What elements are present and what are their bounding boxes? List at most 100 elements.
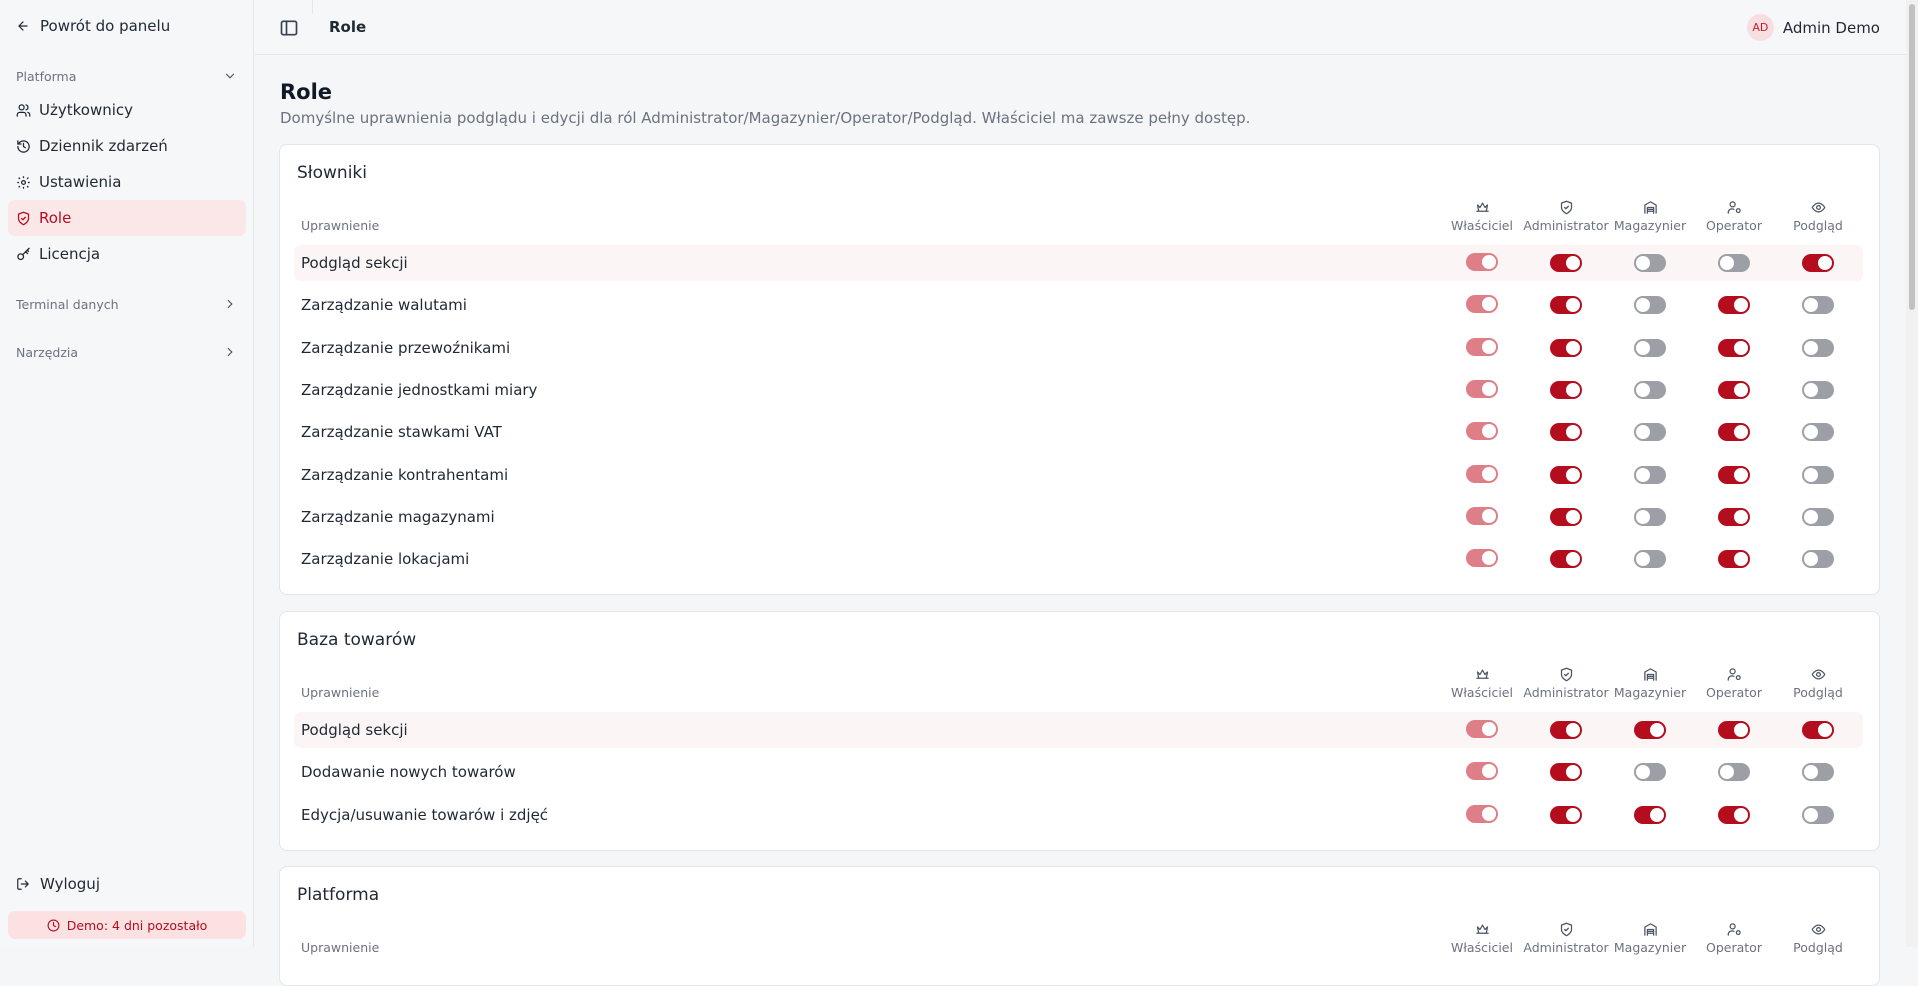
- logout-button[interactable]: Wyloguj: [16, 874, 100, 894]
- permission-toggle: [1466, 506, 1498, 525]
- sidebar-item-license[interactable]: Licencja: [8, 236, 246, 272]
- warehouse-icon: [1643, 923, 1657, 936]
- permission-toggle[interactable]: [1718, 763, 1750, 782]
- permission-toggle[interactable]: [1634, 380, 1666, 399]
- role-column-header: Operator: [1689, 200, 1779, 233]
- permission-toggle[interactable]: [1550, 338, 1582, 357]
- platform-group-header[interactable]: Platforma: [16, 66, 237, 86]
- permission-toggle[interactable]: [1802, 550, 1834, 569]
- toggle-knob: [1636, 298, 1650, 313]
- permission-label: Zarządzanie walutami: [301, 296, 467, 315]
- permission-toggle[interactable]: [1802, 507, 1834, 526]
- permission-toggle[interactable]: [1634, 338, 1666, 357]
- permission-toggle[interactable]: [1550, 380, 1582, 399]
- permission-toggle[interactable]: [1550, 763, 1582, 782]
- permission-toggle[interactable]: [1634, 763, 1666, 782]
- permission-toggle[interactable]: [1634, 296, 1666, 315]
- permission-toggle[interactable]: [1802, 296, 1834, 315]
- toggle-knob: [1482, 255, 1496, 269]
- permission-toggle[interactable]: [1718, 805, 1750, 824]
- permission-toggle[interactable]: [1634, 721, 1666, 739]
- sidebar-item-event-log[interactable]: Dziennik zdarzeń: [8, 128, 246, 164]
- platform-group-label: Platforma: [16, 68, 77, 84]
- permission-toggle: [1466, 464, 1498, 483]
- permission-toggle: [1466, 762, 1498, 781]
- toggle-knob: [1720, 256, 1734, 270]
- scrollbar-thumb[interactable]: [1909, 4, 1915, 310]
- role-column-label: Podgląd: [1793, 685, 1843, 700]
- gear-icon: [17, 175, 30, 189]
- permission-label: Zarządzanie magazynami: [301, 507, 495, 526]
- scrollbar[interactable]: [1906, 0, 1918, 947]
- permission-toggle[interactable]: [1802, 254, 1834, 272]
- permission-toggle[interactable]: [1718, 721, 1750, 739]
- role-column-header: Podgląd: [1773, 667, 1863, 700]
- user-cog-icon: [1727, 668, 1741, 681]
- permission-toggle[interactable]: [1718, 465, 1750, 484]
- permission-toggle[interactable]: [1550, 423, 1582, 442]
- permission-toggle[interactable]: [1634, 805, 1666, 824]
- permission-toggle[interactable]: [1550, 254, 1582, 272]
- user-menu[interactable]: AD Admin Demo: [1746, 14, 1880, 41]
- permission-toggle[interactable]: [1802, 338, 1834, 357]
- users-icon: [16, 103, 31, 117]
- permission-toggle[interactable]: [1634, 550, 1666, 569]
- permission-toggle[interactable]: [1718, 296, 1750, 315]
- topbar: Role AD Admin Demo: [255, 0, 1906, 55]
- permission-toggle[interactable]: [1718, 380, 1750, 399]
- sidebar-item-roles[interactable]: Role: [8, 200, 246, 236]
- page-description: Domyślne uprawnienia podglądu i edycji d…: [280, 109, 1251, 127]
- permission-toggle[interactable]: [1802, 465, 1834, 484]
- tools-group-header[interactable]: Narzędzia: [16, 342, 237, 362]
- permission-toggle[interactable]: [1550, 465, 1582, 484]
- role-column-header: Podgląd: [1773, 200, 1863, 233]
- sidebar-item-users[interactable]: Użytkownicy: [8, 92, 246, 128]
- sidebar-toggle-icon[interactable]: [279, 18, 299, 38]
- toggle-knob: [1734, 382, 1748, 397]
- permission-toggle[interactable]: [1802, 380, 1834, 399]
- toggle-knob: [1734, 425, 1748, 440]
- page-title: Role: [280, 80, 333, 104]
- permission-toggle[interactable]: [1718, 507, 1750, 526]
- back-to-panel-link[interactable]: Powrót do panelu: [16, 16, 170, 36]
- chevron-down-icon: [225, 73, 235, 79]
- role-column-header: Administrator: [1521, 922, 1611, 955]
- permission-toggle[interactable]: [1634, 254, 1666, 272]
- toggle-knob: [1720, 765, 1734, 780]
- toggle-knob: [1804, 807, 1818, 822]
- permission-toggle: [1466, 804, 1498, 823]
- permission-toggle[interactable]: [1550, 296, 1582, 315]
- role-column-header: Operator: [1689, 667, 1779, 700]
- permission-toggle[interactable]: [1802, 763, 1834, 782]
- permission-toggle[interactable]: [1718, 338, 1750, 357]
- permission-toggle[interactable]: [1802, 805, 1834, 824]
- toggle-knob: [1636, 382, 1650, 397]
- permission-toggle[interactable]: [1550, 721, 1582, 739]
- crown-icon: [1475, 924, 1489, 934]
- permission-toggle[interactable]: [1718, 254, 1750, 272]
- terminal-group-header[interactable]: Terminal danych: [16, 294, 237, 314]
- toggle-knob: [1734, 340, 1748, 355]
- permission-column-header: Uprawnienie: [301, 685, 380, 700]
- logout-label: Wyloguj: [40, 875, 100, 893]
- permission-row: Podgląd sekcji: [294, 712, 1863, 748]
- permission-toggle[interactable]: [1550, 550, 1582, 569]
- permission-toggle[interactable]: [1634, 465, 1666, 484]
- permission-toggle[interactable]: [1802, 721, 1834, 739]
- toggle-knob: [1566, 723, 1580, 737]
- section-title: Baza towarów: [297, 630, 417, 650]
- role-column-label: Operator: [1706, 940, 1762, 955]
- permission-toggle[interactable]: [1802, 423, 1834, 442]
- permission-toggle[interactable]: [1550, 507, 1582, 526]
- permission-toggle[interactable]: [1634, 423, 1666, 442]
- toggle-knob: [1804, 467, 1818, 482]
- user-name: Admin Demo: [1782, 18, 1880, 37]
- permission-column-header: Uprawnienie: [301, 218, 380, 233]
- permission-toggle[interactable]: [1718, 423, 1750, 442]
- permission-toggle[interactable]: [1718, 550, 1750, 569]
- permission-toggle: [1466, 253, 1498, 271]
- permission-toggle[interactable]: [1550, 805, 1582, 824]
- toggle-knob: [1734, 723, 1748, 737]
- permission-toggle[interactable]: [1634, 507, 1666, 526]
- sidebar-item-settings[interactable]: Ustawienia: [8, 164, 246, 200]
